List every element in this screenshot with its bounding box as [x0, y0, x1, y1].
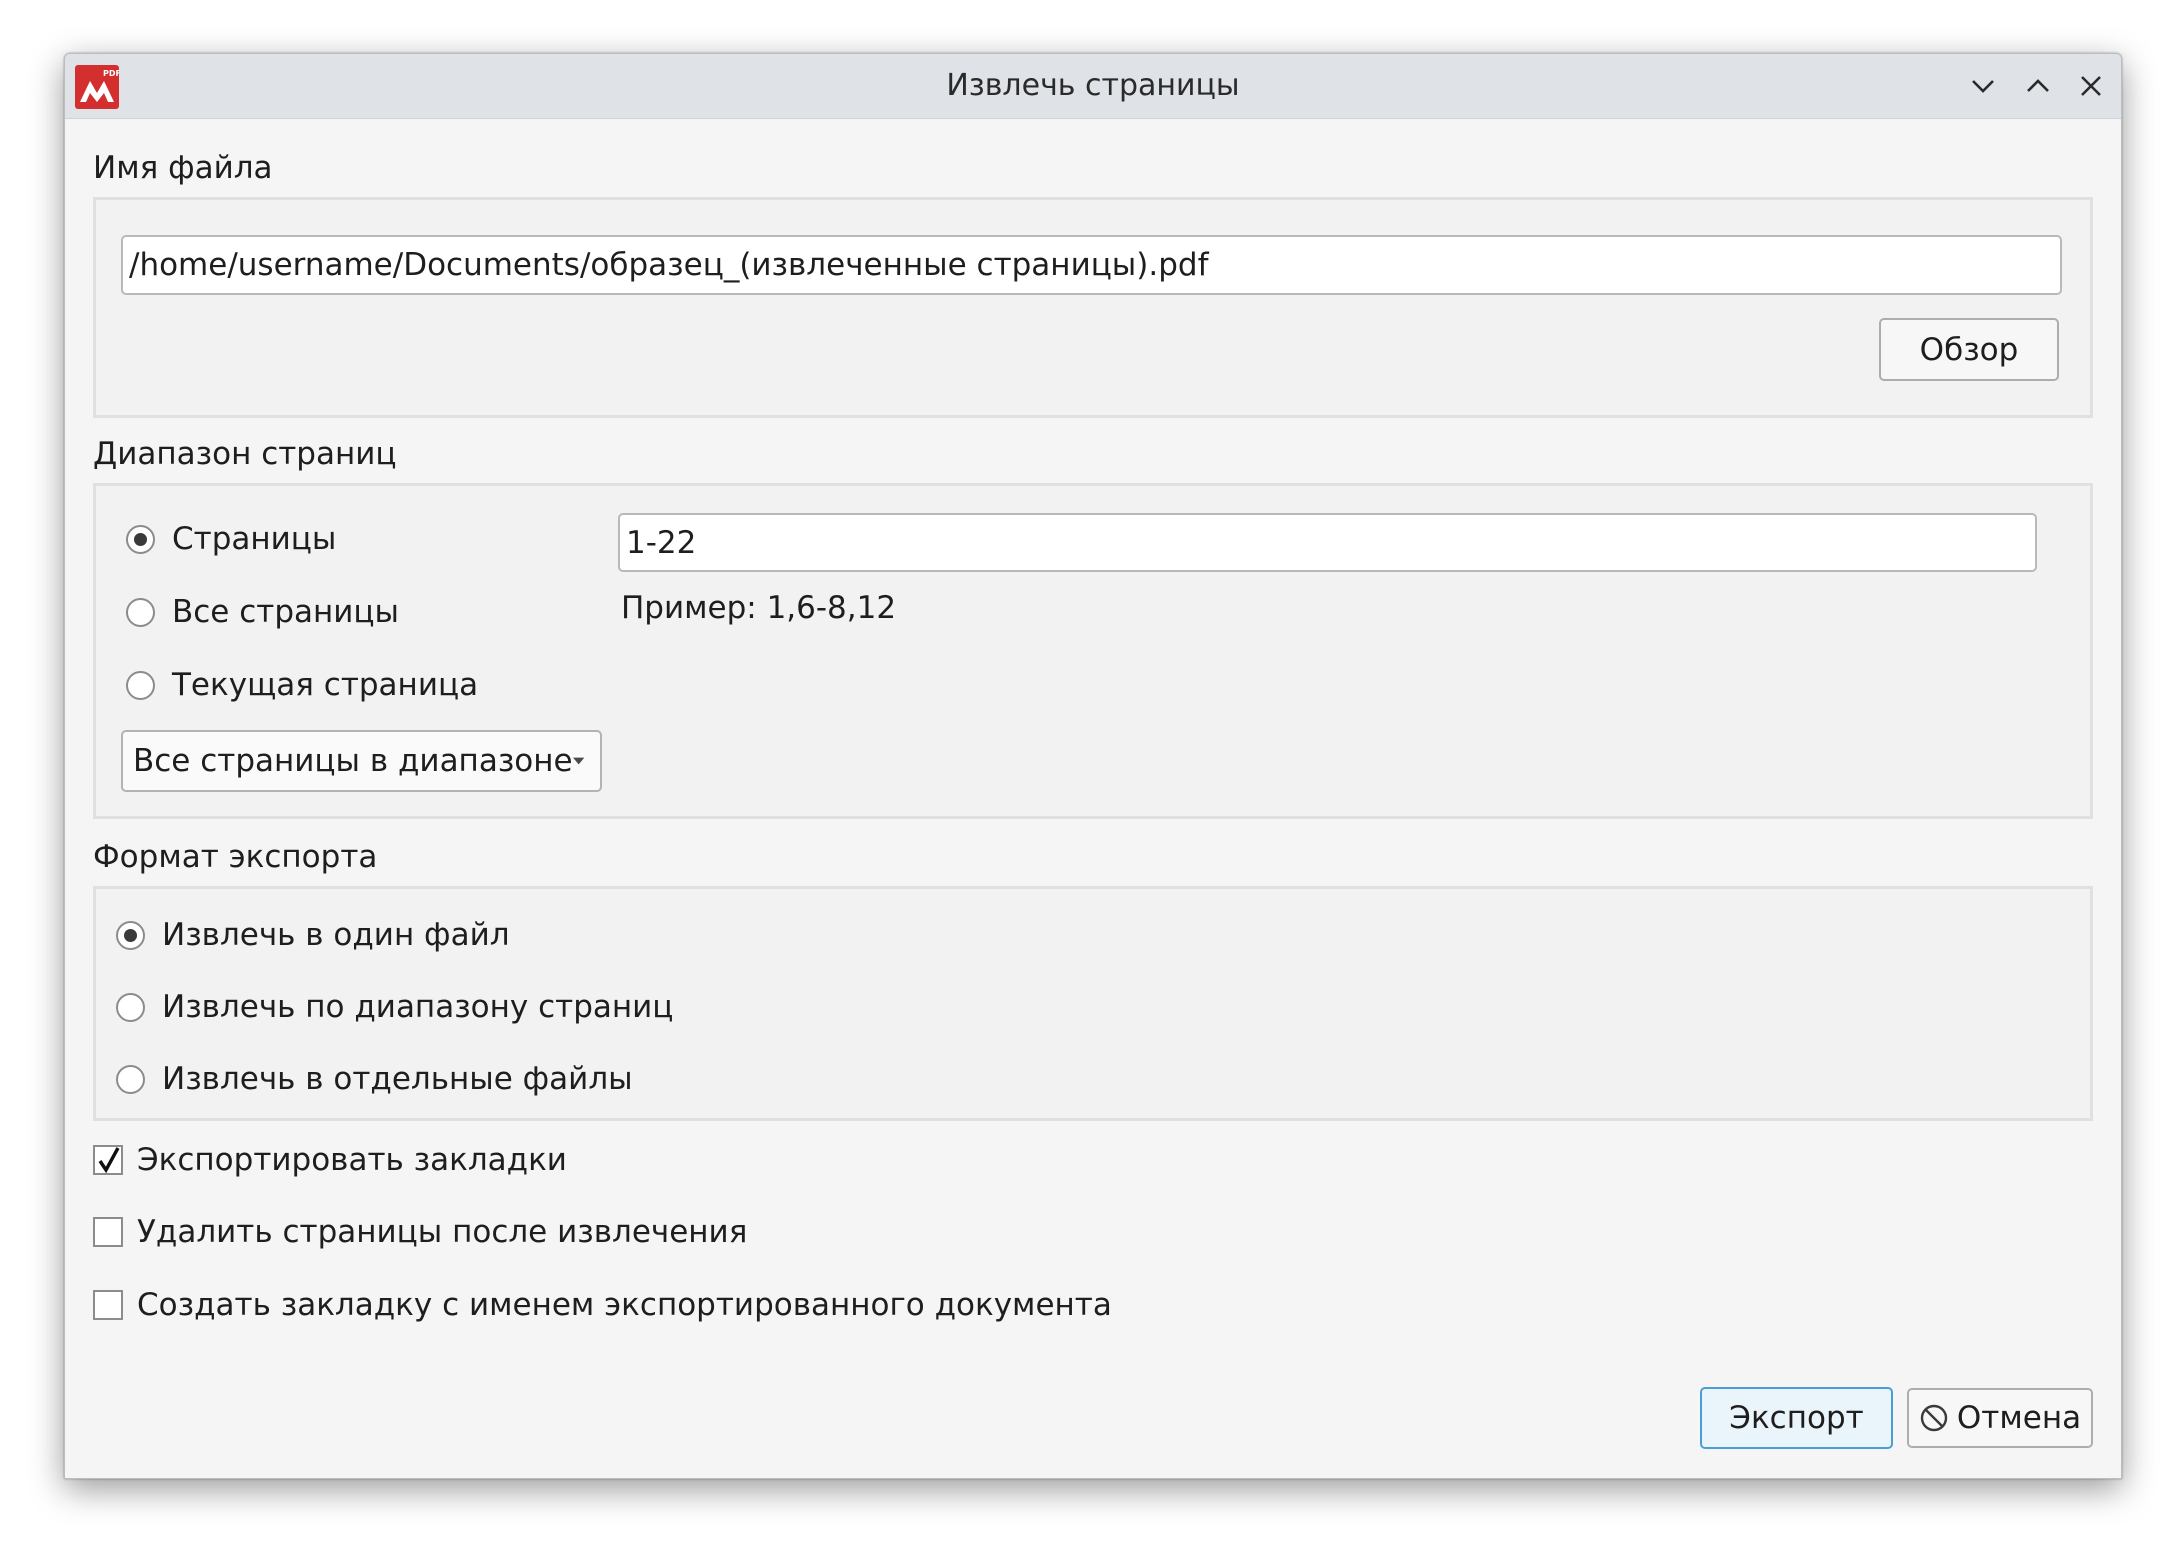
radio-all-pages-indicator[interactable] — [126, 597, 155, 627]
radio-by-range-indicator[interactable] — [116, 992, 145, 1022]
cancel-button-label: Отмена — [1956, 1400, 2082, 1436]
title-bar[interactable]: PDF Извлечь страницы — [65, 54, 2121, 119]
radio-all-pages-label: Все страницы — [172, 594, 400, 630]
radio-current-page-label: Текущая страница — [172, 667, 479, 703]
extract-pages-dialog: PDF Извлечь страницы Имя файла Обзор — [64, 53, 2122, 1479]
radio-by-range[interactable]: Извлечь по диапазону страниц — [116, 989, 673, 1025]
radio-current-page-indicator[interactable] — [126, 670, 155, 700]
cancel-button[interactable]: Отмена — [1907, 1388, 2093, 1448]
checkbox-delete-pages[interactable]: Удалить страницы после извлечения — [93, 1214, 747, 1250]
maximize-icon — [2027, 79, 2049, 92]
radio-separate-files-label: Извлечь в отдельные файлы — [162, 1061, 633, 1097]
checkbox-create-bookmark[interactable]: Создать закладку с именем экспортированн… — [93, 1287, 1112, 1323]
page-subset-dropdown[interactable]: Все страницы в диапазоне — [121, 730, 602, 792]
dropdown-arrow-icon — [572, 757, 584, 765]
radio-current-page[interactable]: Текущая страница — [126, 667, 478, 703]
radio-pages-label: Страницы — [172, 521, 337, 557]
close-button[interactable] — [2073, 68, 2109, 104]
checkbox-export-bookmarks-label: Экспортировать закладки — [137, 1142, 567, 1178]
checkbox-delete-pages-box[interactable] — [93, 1217, 123, 1247]
filename-group: Обзор — [93, 197, 2093, 418]
radio-by-range-label: Извлечь по диапазону страниц — [162, 989, 674, 1025]
maximize-button[interactable] — [2020, 68, 2056, 104]
page-subset-value: Все страницы в диапазоне — [133, 743, 573, 779]
radio-all-pages[interactable]: Все страницы — [126, 594, 399, 630]
radio-separate-files-indicator[interactable] — [116, 1064, 145, 1094]
page-range-input[interactable] — [618, 513, 2037, 572]
checkbox-create-bookmark-box[interactable] — [93, 1290, 123, 1320]
close-icon — [2081, 76, 2101, 96]
minimize-icon — [1972, 80, 1994, 93]
minimize-button[interactable] — [1965, 68, 2001, 104]
radio-single-file[interactable]: Извлечь в один файл — [116, 917, 510, 953]
radio-separate-files[interactable]: Извлечь в отдельные файлы — [116, 1061, 633, 1097]
page-range-group: Страницы Все страницы Текущая страница П… — [93, 483, 2093, 819]
filename-section-label: Имя файла — [93, 150, 273, 186]
export-button[interactable]: Экспорт — [1700, 1387, 1893, 1449]
radio-single-file-indicator[interactable] — [116, 920, 145, 950]
checkbox-export-bookmarks-box[interactable] — [93, 1145, 123, 1175]
page-range-example: Пример: 1,6-8,12 — [621, 590, 897, 626]
checkbox-create-bookmark-label: Создать закладку с именем экспортированн… — [137, 1287, 1112, 1323]
prohibited-icon — [1920, 1404, 1948, 1432]
radio-pages[interactable]: Страницы — [126, 521, 336, 557]
checkbox-delete-pages-label: Удалить страницы после извлечения — [137, 1214, 748, 1250]
radio-pages-indicator[interactable] — [126, 524, 155, 554]
file-path-input[interactable] — [121, 235, 2062, 295]
browse-button[interactable]: Обзор — [1879, 318, 2059, 381]
checkmark-icon — [98, 1147, 120, 1174]
window-title: Извлечь страницы — [946, 68, 1240, 103]
page-range-section-label: Диапазон страниц — [93, 436, 397, 472]
checkbox-export-bookmarks[interactable]: Экспортировать закладки — [93, 1142, 567, 1178]
radio-single-file-label: Извлечь в один файл — [162, 917, 510, 953]
export-format-group: Извлечь в один файл Извлечь по диапазону… — [93, 886, 2093, 1121]
export-format-section-label: Формат экспорта — [93, 839, 378, 875]
